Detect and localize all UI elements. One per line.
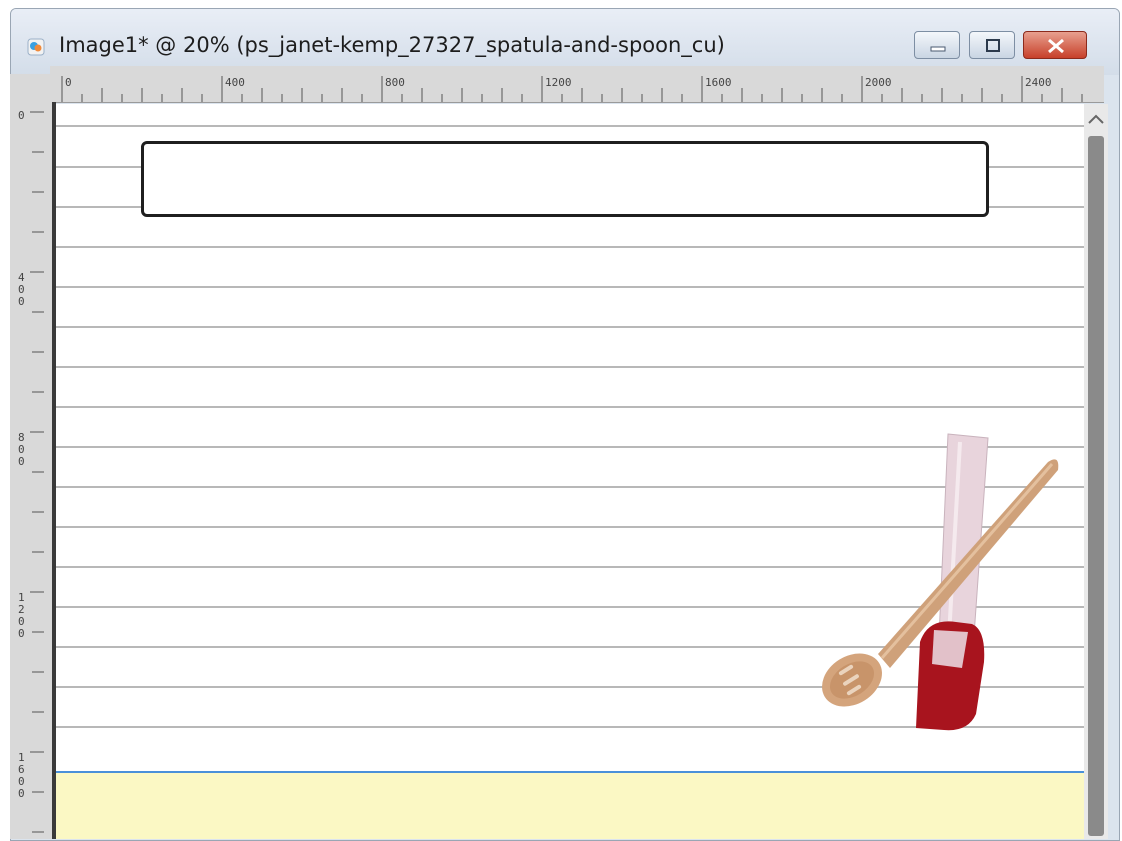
vertical-ruler: 0 400 800 1200 1600 <box>10 102 56 839</box>
ruler-label: 0 <box>18 109 25 122</box>
ruler-label: 2400 <box>1025 76 1052 89</box>
ruler-corner <box>10 74 50 102</box>
footer-band <box>56 771 1084 839</box>
image-canvas[interactable] <box>56 104 1084 839</box>
close-button[interactable] <box>1023 31 1087 59</box>
vertical-scrollbar[interactable] <box>1084 104 1108 839</box>
ruler-label: 1600 <box>18 751 25 800</box>
ruler-label: 0 <box>65 76 72 89</box>
ruler-label: 800 <box>18 431 25 468</box>
ruler-label: 400 <box>18 271 25 308</box>
psp-image-icon <box>27 38 45 56</box>
ruler-label: 800 <box>385 76 405 89</box>
maximize-button[interactable] <box>969 31 1015 59</box>
spatula-and-spoon-clipart <box>822 433 1059 731</box>
ruler-label: 2000 <box>865 76 892 89</box>
ruler-label: 1200 <box>18 591 25 640</box>
window-title: Image1* @ 20% (ps_janet-kemp_27327_spatu… <box>59 33 725 57</box>
chevron-up-icon[interactable] <box>1084 108 1108 130</box>
ruler-label: 1200 <box>545 76 572 89</box>
ruler-label: 1600 <box>705 76 732 89</box>
title-text-box[interactable] <box>141 141 989 217</box>
scrollbar-thumb[interactable] <box>1088 136 1104 836</box>
minimize-button[interactable] <box>914 31 960 59</box>
horizontal-ruler: 0 400 800 1200 1600 2000 2400 <box>50 66 1104 103</box>
ruler-label: 400 <box>225 76 245 89</box>
